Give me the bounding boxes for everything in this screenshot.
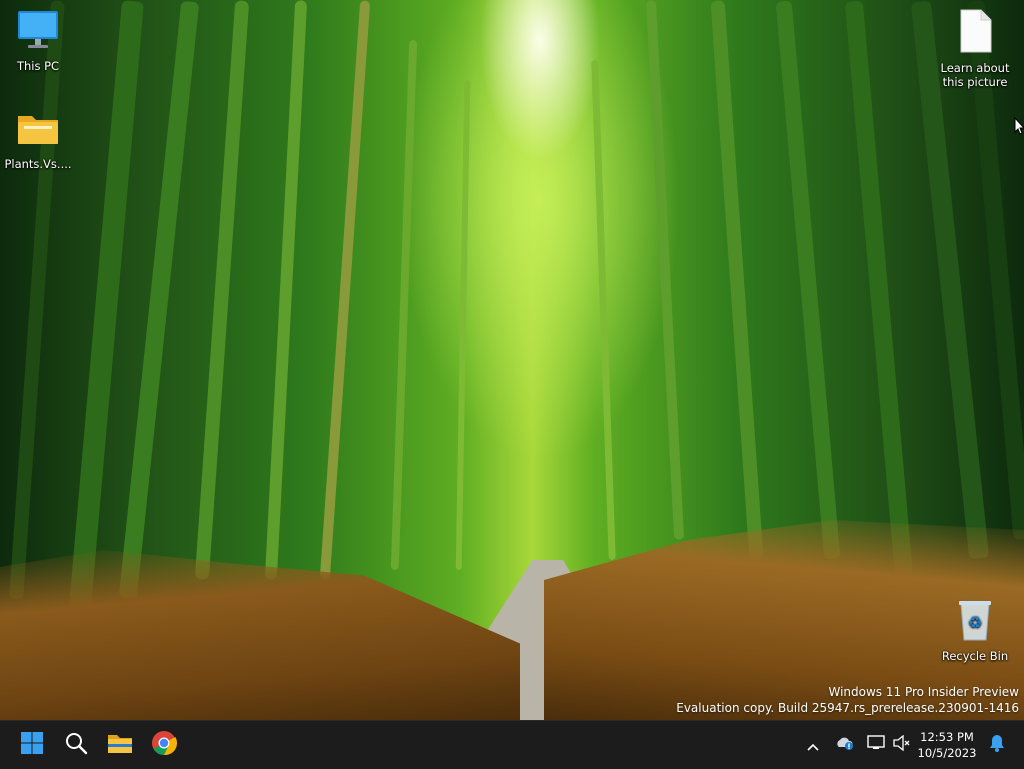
bamboo-stalk <box>390 40 418 570</box>
bamboo-stalk <box>591 60 616 560</box>
file-explorer-button[interactable] <box>102 727 138 763</box>
file-explorer-icon <box>107 731 133 759</box>
monitor-icon <box>2 8 74 55</box>
svg-text:♻: ♻ <box>968 613 982 632</box>
bamboo-stalk <box>319 0 371 580</box>
recycle-bin-icon: ♻ <box>938 598 1012 645</box>
chrome-icon <box>151 730 178 760</box>
desktop-icon-label: This PC <box>16 59 60 73</box>
search-icon <box>64 731 88 759</box>
bamboo-stalk <box>775 0 841 560</box>
watermark-line-1: Windows 11 Pro Insider Preview <box>828 685 1019 699</box>
mouse-cursor-icon <box>1014 116 1024 139</box>
onedrive-icon <box>835 735 855 755</box>
volume-tray-button[interactable] <box>892 721 912 769</box>
notification-center-button[interactable] <box>986 721 1008 769</box>
desktop-icon-label: Learn about this picture <box>940 61 1010 89</box>
document-icon <box>938 8 1012 57</box>
bamboo-stalk <box>844 0 914 580</box>
bamboo-stalk <box>710 0 764 560</box>
chrome-button[interactable] <box>146 727 182 763</box>
desktop-icon-this-pc[interactable]: This PC <box>2 8 74 73</box>
windows-start-icon <box>20 731 44 759</box>
desktop-icon-recycle-bin[interactable]: ♻ Recycle Bin <box>938 598 1012 663</box>
notification-bell-icon <box>989 734 1005 756</box>
start-button[interactable] <box>14 727 50 763</box>
desktop-wallpaper <box>0 0 1024 720</box>
dry-grass-left <box>0 550 520 720</box>
speaker-muted-icon <box>893 734 911 755</box>
desktop-icon-learn-about-picture[interactable]: Learn about this picture <box>938 8 1012 89</box>
onedrive-tray-button[interactable] <box>834 721 856 769</box>
show-hidden-icons-button[interactable] <box>804 721 822 769</box>
clock-date: 10/5/2023 <box>917 746 977 760</box>
taskbar-clock[interactable]: 12:53 PM 10/5/2023 <box>914 729 980 761</box>
folder-icon <box>2 106 74 153</box>
bamboo-stalk <box>645 0 685 540</box>
chevron-up-icon <box>807 736 819 755</box>
desktop-icon-plants-folder[interactable]: Plants.Vs.... <box>2 106 74 171</box>
desktop-icon-label: Plants.Vs.... <box>4 157 72 171</box>
watermark-line-2: Evaluation copy. Build 25947.rs_prerelea… <box>676 701 1019 715</box>
bamboo-stalk <box>264 0 308 580</box>
bamboo-stalk <box>455 79 471 571</box>
bamboo-stalk <box>9 0 65 600</box>
network-icon <box>867 735 887 755</box>
desktop-icon-label: Recycle Bin <box>941 649 1009 663</box>
bamboo-stalk <box>194 0 250 580</box>
search-button[interactable] <box>58 727 94 763</box>
evaluation-watermark: Windows 11 Pro Insider Preview Evaluatio… <box>676 684 1019 716</box>
network-tray-button[interactable] <box>866 721 888 769</box>
taskbar: 12:53 PM 10/5/2023 <box>0 720 1024 769</box>
clock-time: 12:53 PM <box>920 730 974 744</box>
